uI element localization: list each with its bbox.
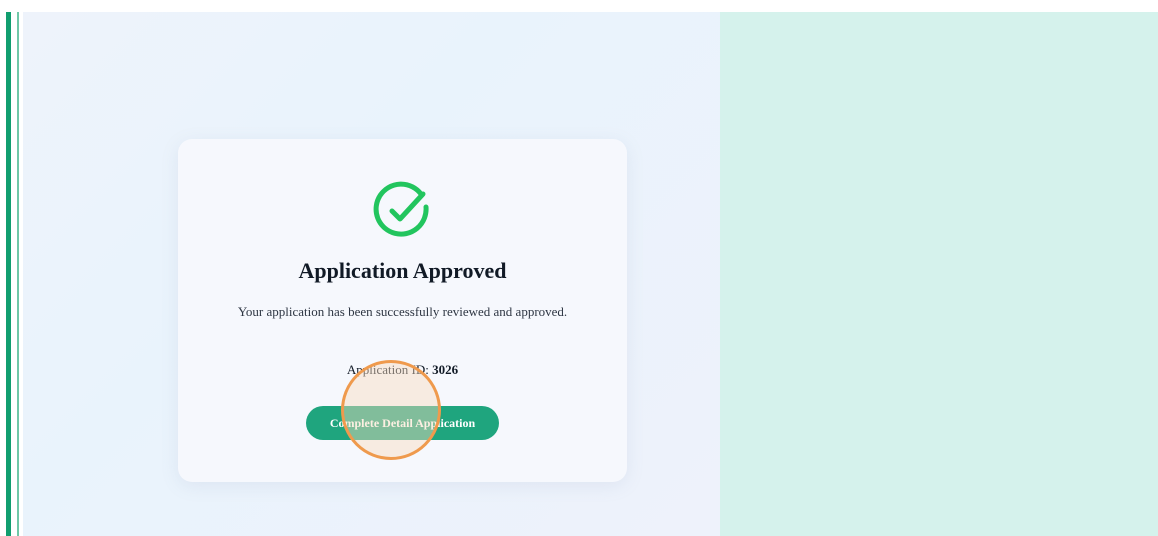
application-id: Application ID: 3026 <box>178 362 627 378</box>
approval-title: Application Approved <box>298 258 507 283</box>
main-pane: Application Approved Your application ha… <box>23 12 720 536</box>
approval-message: Your application has been successfully r… <box>237 304 568 319</box>
left-accent-divider <box>17 12 19 536</box>
left-accent-bar <box>6 12 11 536</box>
application-id-label: Application ID: <box>346 362 429 377</box>
check-circle-icon <box>371 180 433 242</box>
app-frame: Application Approved Your application ha… <box>0 0 1158 536</box>
complete-detail-application-button[interactable]: Complete Detail Application <box>306 406 499 440</box>
approval-card: Application Approved Your application ha… <box>178 139 627 482</box>
application-id-value: 3026 <box>432 362 459 377</box>
side-pane <box>720 12 1158 536</box>
